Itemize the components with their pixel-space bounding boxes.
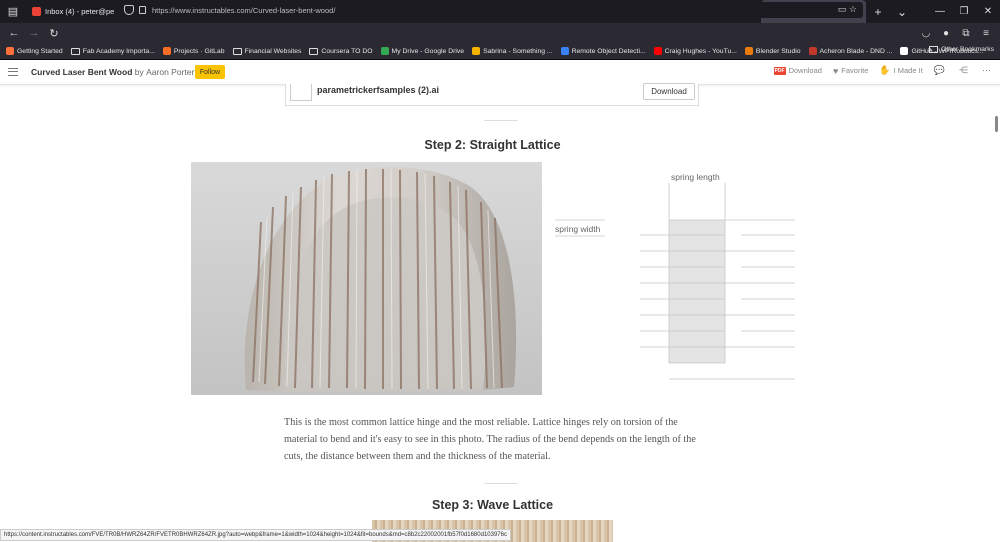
section-divider (484, 120, 518, 121)
navigation-bar: ← → ↻ (0, 23, 1000, 43)
hand-icon: ✋ (879, 65, 891, 75)
site-header: Curved Laser Bent Wood by Aaron Porterfi… (0, 60, 1000, 85)
gitlab-icon (162, 47, 171, 55)
firefox-icon (6, 47, 14, 55)
step-2-description: This is the most common lattice hinge an… (284, 417, 696, 463)
bookmark-item[interactable]: Craig Hughes - YouTu... (653, 47, 737, 55)
other-bookmarks[interactable]: Other Bookmarks (929, 46, 994, 53)
bookmarks-toolbar: Getting Started Fab Academy Importa... Pro… (0, 43, 1000, 60)
new-tab-button[interactable]: + (866, 5, 890, 19)
bookmark-icon (472, 47, 481, 55)
close-window-icon[interactable]: ✕ (976, 0, 1000, 23)
bookmark-label: Remote Object Detecti... (571, 47, 646, 55)
bookmark-item[interactable]: Coursera TO DO (309, 47, 373, 55)
blender-icon (744, 47, 753, 55)
follow-button[interactable]: Follow (195, 65, 225, 79)
address-bar[interactable]: https://www.instructables.com/Curved-las… (118, 2, 863, 18)
bookmark-label: Craig Hughes - YouTu... (664, 47, 737, 55)
file-download-button[interactable]: Download (643, 83, 695, 100)
spring-length-label: spring length (671, 172, 720, 182)
restore-icon[interactable]: ❐ (952, 0, 976, 23)
file-name[interactable]: parametrickerfsamples (2).ai (317, 85, 439, 95)
extensions-icon[interactable]: ⧉ (956, 28, 976, 39)
spring-dimension-diagram: spring length spring width (545, 165, 805, 390)
folder-icon (309, 47, 319, 55)
bookmark-label: My Drive - Google Drive (391, 47, 465, 55)
tab-overflow-chevron-icon[interactable]: ⌄ (890, 5, 914, 19)
bookmark-item[interactable]: Fab Academy Importa... (70, 47, 155, 55)
project-title-text: Curved Laser Bent Wood (31, 67, 133, 77)
bookmark-icon (560, 47, 569, 55)
bookmark-label: Sabrina - Something ... (483, 47, 553, 55)
bookmark-label: Acheron Blade - DND ... (819, 47, 893, 55)
step-3-heading: Step 3: Wave Lattice (431, 498, 554, 512)
account-icon[interactable]: ● (936, 28, 956, 39)
bookmark-item[interactable]: Projects · GitLab (162, 47, 225, 55)
download-action-label: Download (788, 66, 822, 75)
step-2-heading: Step 2: Straight Lattice (424, 138, 561, 152)
more-options-icon[interactable]: ⋯ (982, 65, 994, 76)
toolbar-right: ◡ ● ⧉ ≡ (916, 23, 996, 43)
file-attachment: parametrickerfsamples (2).ai Download (285, 83, 699, 106)
bookmark-label: Coursera TO DO (321, 47, 373, 55)
folder-icon (70, 47, 80, 55)
made-it-action[interactable]: ✋ I Made It (879, 65, 922, 76)
browser-tab[interactable]: Inbox (4) - peter@perezmat✕ (26, 0, 131, 23)
lattice-hinge-photo-drawing (191, 162, 542, 395)
bookmark-label: Projects · GitLab (173, 47, 225, 55)
by-text: by (134, 67, 144, 77)
heart-icon: ♥ (832, 65, 839, 76)
browser-tab-title: Inbox (4) - peter@perezmat (45, 7, 115, 16)
link-status-bar: https://content.instructables.com/FVE/TR… (0, 529, 511, 541)
gmail-icon (32, 7, 41, 16)
favorite-action[interactable]: ♥ Favorite (833, 66, 868, 76)
tab-list-icon[interactable]: ▤ (0, 0, 26, 23)
bookmark-item[interactable]: Financial Websites (232, 47, 302, 55)
folder-icon (232, 47, 242, 55)
file-icon (290, 84, 312, 101)
bookmark-label: Fab Academy Importa... (82, 47, 155, 55)
made-it-label: I Made It (893, 66, 923, 75)
lattice-hinge-photo[interactable] (191, 162, 542, 395)
other-bookmarks-label: Other Bookmarks (941, 46, 994, 53)
section-divider (484, 483, 518, 484)
favorite-label: Favorite (841, 66, 869, 75)
comments-icon[interactable]: 💬 (934, 65, 948, 76)
folder-icon (929, 46, 939, 53)
youtube-icon (653, 47, 662, 55)
bookmark-item[interactable]: Blender Studio (744, 47, 801, 55)
lock-icon[interactable] (139, 6, 146, 14)
shield-icon[interactable] (124, 5, 134, 15)
bookmark-item[interactable]: Sabrina - Something ... (472, 47, 553, 55)
pdf-icon: PDF (773, 66, 786, 75)
page-scrollbar-thumb[interactable] (995, 116, 998, 132)
bookmark-item[interactable]: My Drive - Google Drive (380, 47, 465, 55)
github-icon (900, 47, 909, 55)
bookmark-item[interactable]: Getting Started (6, 47, 63, 55)
hamburger-menu-icon[interactable] (8, 68, 18, 76)
reload-icon[interactable]: ↻ (44, 27, 64, 40)
bookmark-list: Getting Started Fab Academy Importa... Pro… (6, 47, 992, 55)
bookmark-label: Financial Websites (244, 47, 302, 55)
back-arrow-icon[interactable]: ← (4, 27, 24, 39)
window-controls: — ❐ ✕ (928, 0, 1000, 23)
minimize-icon[interactable]: — (928, 0, 952, 23)
spring-width-label: spring width (555, 224, 601, 234)
drive-icon (380, 47, 389, 55)
share-icon[interactable]: ⋲ (959, 65, 971, 76)
forward-arrow-icon[interactable]: → (24, 27, 44, 39)
app-menu-icon[interactable]: ≡ (976, 28, 996, 39)
bookmark-label: Getting Started (17, 47, 63, 55)
spring-diagram-drawing: spring length spring width (555, 172, 795, 380)
bookmark-item[interactable]: Remote Object Detecti... (560, 47, 646, 55)
url-text[interactable]: https://www.instructables.com/Curved-las… (152, 6, 335, 15)
project-actions: PDF Download ♥ Favorite ✋ I Made It 💬 ⋲ ⋯ (763, 65, 994, 76)
project-title: Curved Laser Bent Wood by Aaron Porterfi… (31, 67, 210, 77)
reader-and-bookmark-star-icons[interactable]: ▭ ☆ (838, 4, 857, 15)
download-action[interactable]: PDF Download (773, 66, 822, 75)
pocket-icon[interactable]: ◡ (916, 28, 936, 39)
bookmark-icon (808, 47, 817, 55)
bookmark-label: Blender Studio (755, 47, 801, 55)
bookmark-item[interactable]: Acheron Blade - DND ... (808, 47, 893, 55)
